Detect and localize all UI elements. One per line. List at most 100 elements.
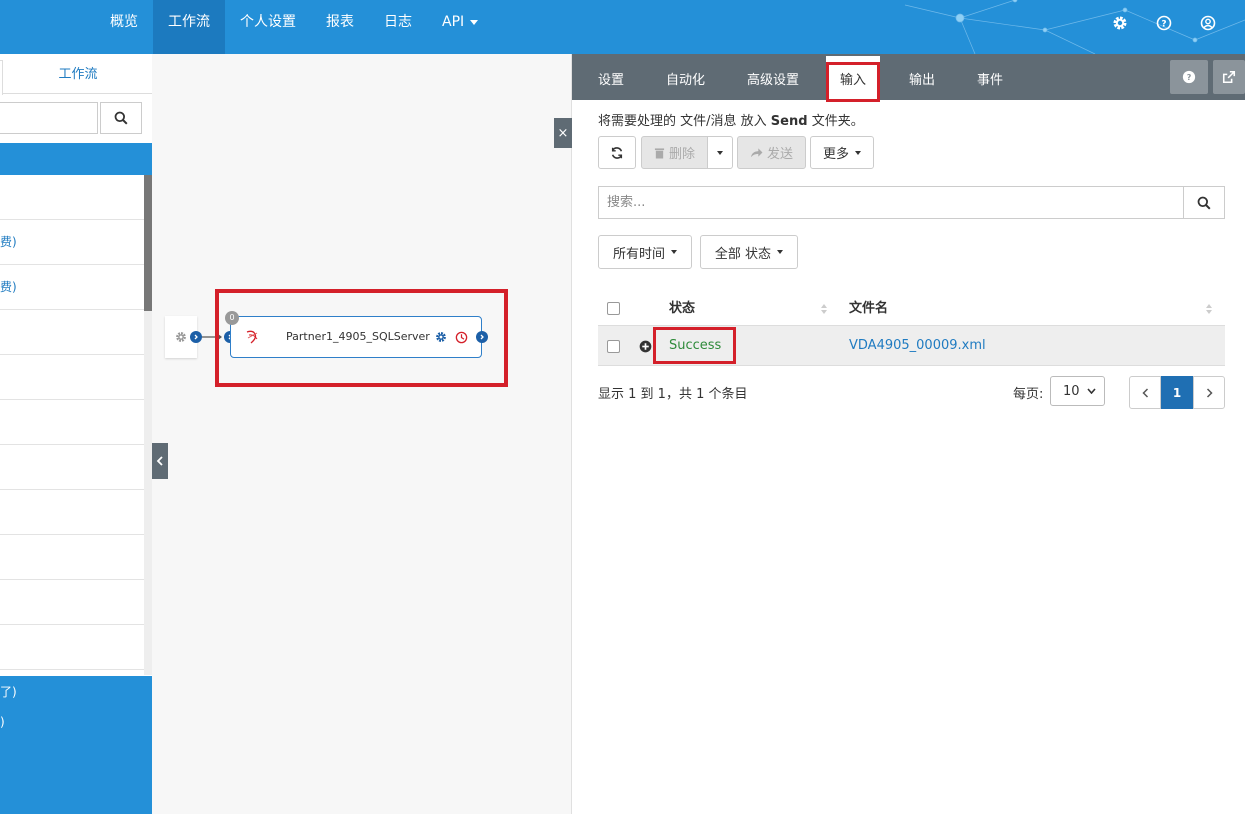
gear-icon[interactable] [1109,12,1131,34]
status-filter-label: 全部 状态 [714,246,772,262]
more-button[interactable]: 更多 [810,136,874,169]
help-circle-icon: ? [1182,70,1196,84]
sidebar-list-item[interactable] [0,445,144,490]
send-button[interactable]: 发送 [737,136,806,169]
column-header-status[interactable]: 状态 [669,292,695,326]
tab-settings[interactable]: 设置 [598,54,624,100]
chevron-left-icon [156,456,163,466]
sidebar-connector-list: 费) 费) [0,175,144,675]
sidebar-list-item[interactable] [0,490,144,535]
sidebar-list-item[interactable] [0,310,144,355]
caret-down-icon [717,150,723,155]
popout-button[interactable] [1213,60,1245,94]
filename-link[interactable]: VDA4905_00009.xml [849,326,986,366]
per-page-select[interactable]: 10 [1050,376,1105,406]
nav-workflow[interactable]: 工作流 [153,0,225,54]
left-sidebar: 工作流 费) 费) 了) ) [0,54,152,814]
search-icon [1197,196,1211,210]
nav-overview[interactable]: 概览 [95,0,153,54]
chevron-left-icon [1141,387,1148,398]
prev-page-button[interactable] [1129,376,1161,409]
per-page-value: 10 [1063,383,1080,399]
chevron-down-icon [1087,388,1096,394]
sidebar-footer-item[interactable]: ) [0,707,152,737]
page-1-button[interactable]: 1 [1161,376,1193,409]
sidebar-tab-other[interactable] [0,60,3,95]
search-input[interactable]: 搜索... [598,186,1184,219]
close-panel-button[interactable]: × [554,118,572,148]
workflow-canvas[interactable]: × 0 Partner1_4905_SQLServer [152,54,572,814]
chevron-right-icon [1206,387,1213,398]
info-folder-name: Send [770,114,808,129]
nav-logs[interactable]: 日志 [369,0,427,54]
column-header-filename[interactable]: 文件名 [849,292,888,326]
sidebar-list-item[interactable]: 费) [0,220,144,265]
sidebar-footer-item[interactable]: 了) [0,677,152,707]
sidebar-list-item[interactable] [0,580,144,625]
nav-personal-settings[interactable]: 个人设置 [225,0,311,54]
nav-api-label: API [442,14,465,30]
status-filter-dropdown[interactable]: 全部 状态 [700,235,798,269]
scrollbar-thumb[interactable] [144,175,152,311]
refresh-button[interactable] [598,136,636,169]
delete-dropdown-toggle[interactable] [707,136,733,169]
time-filter-dropdown[interactable]: 所有时间 [598,235,692,269]
sidebar-list-item[interactable] [0,355,144,400]
sidebar-scrollbar[interactable] [144,175,152,675]
sidebar-tab-workflow[interactable]: 工作流 [4,54,152,94]
caret-down-icon [470,19,479,25]
sidebar-list-item[interactable] [0,175,144,220]
delete-button[interactable]: 删除 [641,136,708,169]
sidebar-list-item[interactable] [0,625,144,670]
highlight-frame [215,289,508,387]
time-filter-label: 所有时间 [612,246,665,262]
caret-down-icon [671,250,677,254]
tab-automation[interactable]: 自动化 [666,54,705,100]
tab-events[interactable]: 事件 [977,54,1003,100]
tab-advanced-settings[interactable]: 高级设置 [747,54,799,100]
output-port-icon[interactable] [190,331,202,343]
search-button[interactable] [1183,186,1225,219]
table-header: 状态 文件名 [598,292,1225,326]
trash-icon [654,147,665,158]
refresh-icon [611,146,623,159]
external-link-icon [1222,70,1236,84]
help-circle-icon[interactable]: ? [1153,12,1175,34]
nav-api[interactable]: API [427,0,493,54]
caret-down-icon [855,150,861,155]
tab-output[interactable]: 输出 [909,54,935,100]
user-circle-icon[interactable] [1197,12,1219,34]
info-text: 将需要处理的 文件/消息 放入 Send 文件夹。 [598,110,864,129]
nav-reports[interactable]: 报表 [311,0,369,54]
sidebar-group-footer: 了) ) [0,676,152,814]
per-page-label: 每页: [1013,387,1044,402]
node-detail-panel: 设置 自动化 高级设置 输入 输出 事件 ? 将需要处理的 文件/消息 放入 S… [572,54,1245,814]
select-all-checkbox[interactable] [607,302,620,315]
svg-text:?: ? [1187,73,1192,82]
row-checkbox[interactable] [607,340,620,353]
collapse-sidebar-button[interactable] [152,443,168,479]
top-navbar: 概览 工作流 个人设置 报表 日志 API ? [0,0,1245,54]
sidebar-list-item[interactable] [0,400,144,445]
search-icon [114,111,128,125]
sidebar-list-item[interactable] [0,535,144,580]
info-prefix: 将需要处理的 文件/消息 放入 [598,114,767,129]
next-page-button[interactable] [1193,376,1225,409]
sidebar-tabs: 工作流 [0,54,152,95]
info-suffix: 文件夹。 [811,114,864,129]
delete-label: 删除 [668,147,695,162]
files-table: 状态 文件名 Success VDA4905_00009.xml [598,292,1225,366]
main-nav: 概览 工作流 个人设置 报表 日志 API [95,0,493,54]
sort-icon[interactable] [1205,302,1213,316]
help-button[interactable]: ? [1170,60,1208,94]
sort-icon[interactable] [820,302,828,316]
sidebar-search-input[interactable] [0,102,98,134]
pagination-info: 显示 1 到 1，共 1 个条目 [598,387,748,402]
svg-text:?: ? [1161,20,1166,30]
sidebar-list-item[interactable]: 费) [0,265,144,310]
expand-plus-icon[interactable] [639,340,652,353]
more-label: 更多 [822,147,849,162]
table-row[interactable]: Success VDA4905_00009.xml [598,326,1225,366]
sidebar-search-button[interactable] [100,102,142,134]
sidebar-group-header[interactable] [0,143,152,175]
